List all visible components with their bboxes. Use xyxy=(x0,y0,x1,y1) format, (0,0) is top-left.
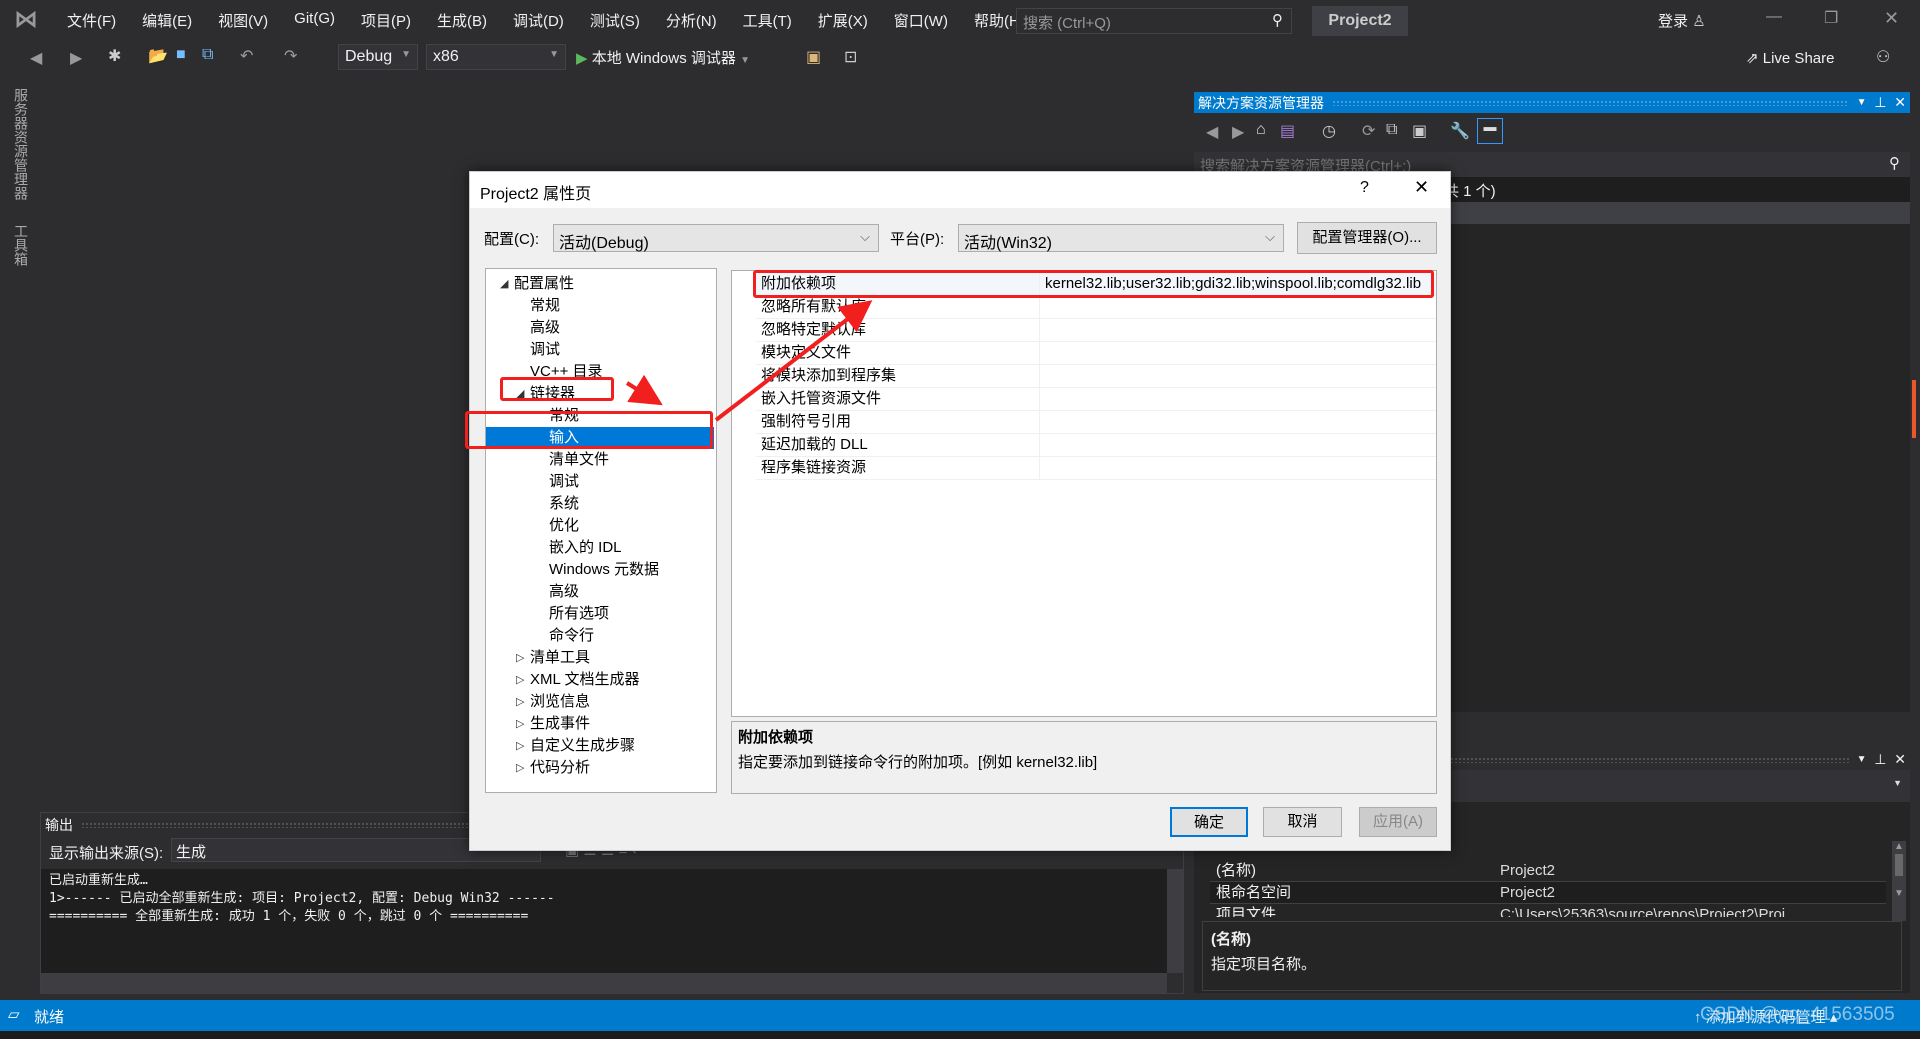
arrow-input-to-deps xyxy=(714,300,873,422)
arrow-linker-to-input xyxy=(625,374,663,406)
annotation-arrows xyxy=(625,300,873,422)
